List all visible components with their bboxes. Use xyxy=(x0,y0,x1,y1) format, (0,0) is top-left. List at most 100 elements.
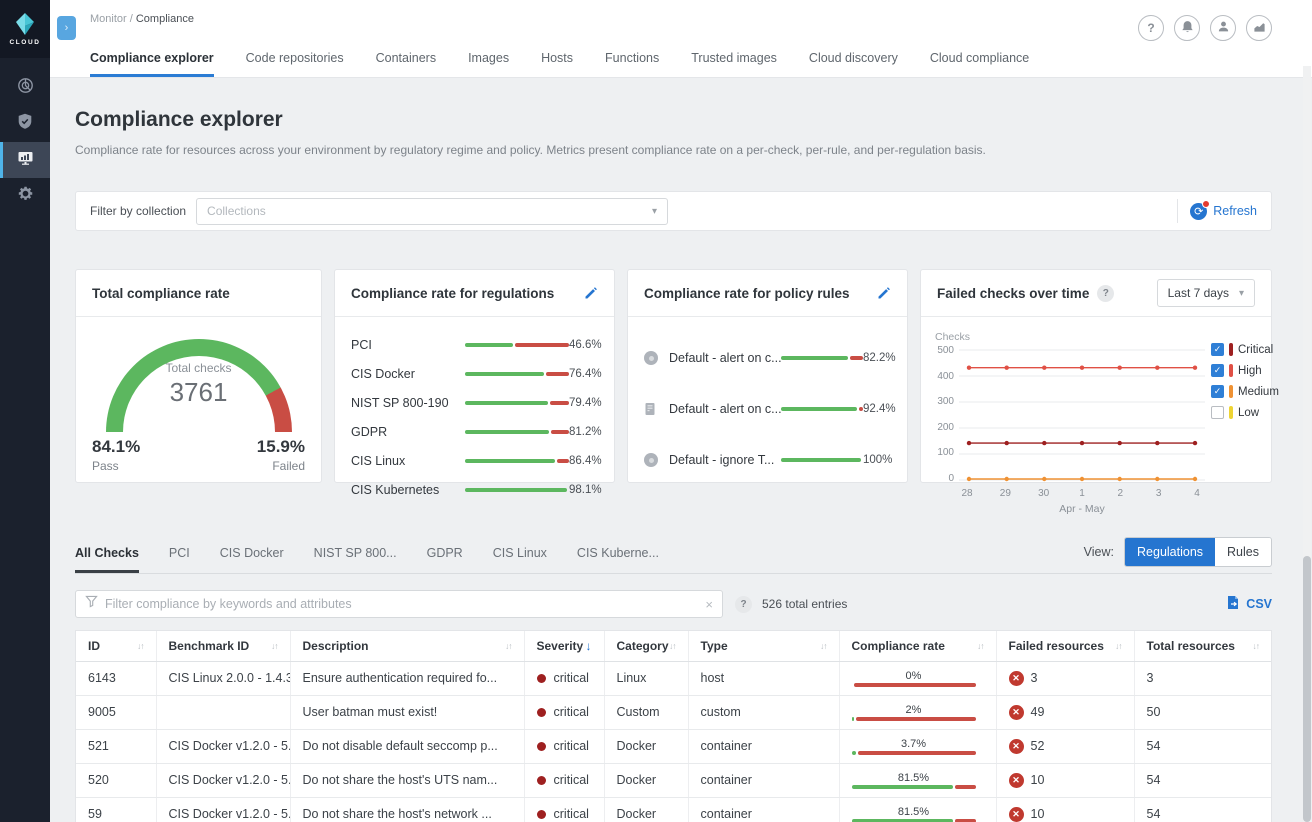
col-total-resources[interactable]: Total resources↓↑ xyxy=(1134,631,1271,661)
page-title: Compliance explorer xyxy=(75,108,1272,132)
regulation-row[interactable]: PCI46.6% xyxy=(351,330,598,359)
legend-medium[interactable]: ✓Medium xyxy=(1211,385,1279,398)
help-button[interactable]: ? xyxy=(1138,15,1164,41)
checkbox-checked-icon: ✓ xyxy=(1211,364,1224,377)
search-help-icon[interactable]: ? xyxy=(735,596,752,613)
scrollbar-thumb[interactable] xyxy=(1303,556,1311,822)
rtab-cis-linux[interactable]: CIS Linux xyxy=(493,546,547,573)
compliance-bar xyxy=(852,717,976,721)
tab-compliance-explorer[interactable]: Compliance explorer xyxy=(90,51,214,77)
tab-cloud-compliance[interactable]: Cloud compliance xyxy=(930,51,1029,77)
collections-placeholder: Collections xyxy=(207,204,266,218)
failed-x-icon: ✕ xyxy=(1009,773,1024,788)
legend-critical[interactable]: ✓Critical xyxy=(1211,343,1279,356)
settings-gear-icon xyxy=(17,185,34,207)
col-description[interactable]: Description↓↑ xyxy=(290,631,524,661)
col-failed-resources[interactable]: Failed resources↓↑ xyxy=(996,631,1134,661)
failed-label: Failed xyxy=(257,459,305,473)
x-axis-label: Apr - May xyxy=(959,503,1205,515)
failed-x-icon: ✕ xyxy=(1009,807,1024,822)
app-logo[interactable]: CLOUD xyxy=(0,0,50,58)
monitor-chart-icon xyxy=(17,150,34,171)
table-row[interactable]: 9005User batman must exist! critical Cus… xyxy=(76,695,1271,729)
policy-rule-row[interactable]: Default - alert on c... 82.2% xyxy=(644,343,891,373)
sort-icon: ↓↑ xyxy=(1253,641,1260,651)
sidebar-item-radar[interactable] xyxy=(0,70,50,106)
compliance-bar xyxy=(781,407,863,411)
help-icon[interactable]: ? xyxy=(1097,285,1114,302)
collections-select[interactable]: Collections ▾ xyxy=(196,198,668,225)
tab-images[interactable]: Images xyxy=(468,51,509,77)
rtab-all-checks[interactable]: All Checks xyxy=(75,546,139,573)
view-regulations-button[interactable]: Regulations xyxy=(1125,538,1215,566)
refresh-button[interactable]: ⟳ Refresh xyxy=(1190,203,1257,220)
content: Compliance explorer Compliance rate for … xyxy=(50,78,1312,822)
range-value: Last 7 days xyxy=(1168,286,1229,300)
checkbox-unchecked-icon xyxy=(1211,406,1224,419)
rtab-cis-kubernetes[interactable]: CIS Kuberne... xyxy=(577,546,659,573)
tab-functions[interactable]: Functions xyxy=(605,51,659,77)
clear-filter-icon[interactable]: × xyxy=(705,597,713,612)
tab-trusted-images[interactable]: Trusted images xyxy=(691,51,777,77)
rtab-cis-docker[interactable]: CIS Docker xyxy=(220,546,284,573)
sidebar-item-settings[interactable] xyxy=(0,178,50,214)
col-severity[interactable]: Severity↓ xyxy=(524,631,604,661)
legend-color-bar xyxy=(1229,343,1233,356)
rtab-nist[interactable]: NIST SP 800... xyxy=(314,546,397,573)
table-row[interactable]: 521CIS Docker v1.2.0 - 5.21Do not disabl… xyxy=(76,729,1271,763)
regulation-row[interactable]: CIS Kubernetes98.1% xyxy=(351,475,598,504)
card-regulations: Compliance rate for regulations PCI46.6%… xyxy=(334,269,615,483)
edit-pencil-icon[interactable] xyxy=(584,286,598,300)
legend-low[interactable]: Low xyxy=(1211,406,1279,419)
regulation-row[interactable]: GDPR81.2% xyxy=(351,417,598,446)
time-range-select[interactable]: Last 7 days ▾ xyxy=(1157,279,1255,307)
table-row[interactable]: 6143CIS Linux 2.0.0 - 1.4.3Ensure authen… xyxy=(76,661,1271,695)
legend-high[interactable]: ✓High xyxy=(1211,364,1279,377)
compliance-bar xyxy=(465,372,569,376)
table-row[interactable]: 520CIS Docker v1.2.0 - 5.20Do not share … xyxy=(76,763,1271,797)
rtab-gdpr[interactable]: GDPR xyxy=(427,546,463,573)
view-label: View: xyxy=(1084,545,1114,559)
refresh-label: Refresh xyxy=(1213,204,1257,218)
sidebar-item-defend[interactable] xyxy=(0,106,50,142)
tab-code-repositories[interactable]: Code repositories xyxy=(246,51,344,77)
csv-export-button[interactable]: CSV xyxy=(1226,595,1272,613)
tab-cloud-discovery[interactable]: Cloud discovery xyxy=(809,51,898,77)
compliance-filter-input[interactable] xyxy=(105,597,698,611)
sidebar-expand-toggle[interactable]: › xyxy=(57,16,76,40)
table-row[interactable]: 59CIS Docker v1.2.0 - 5.9Do not share th… xyxy=(76,797,1271,822)
pass-label: Pass xyxy=(92,459,140,473)
compliance-filter-box[interactable]: × xyxy=(75,590,723,618)
compliance-table: ID↓↑ Benchmark ID↓↑ Description↓↑ Severi… xyxy=(75,630,1272,822)
col-id[interactable]: ID↓↑ xyxy=(76,631,156,661)
compliance-bar xyxy=(852,683,976,687)
tab-containers[interactable]: Containers xyxy=(376,51,436,77)
col-benchmark-id[interactable]: Benchmark ID↓↑ xyxy=(156,631,290,661)
tab-hosts[interactable]: Hosts xyxy=(541,51,573,77)
compliance-bar xyxy=(465,430,569,434)
col-compliance-rate[interactable]: Compliance rate↓↑ xyxy=(839,631,996,661)
col-category[interactable]: Category↓↑ xyxy=(604,631,688,661)
policy-rule-row[interactable]: Default - ignore T... 100% xyxy=(644,445,891,475)
notifications-button[interactable] xyxy=(1174,15,1200,41)
policy-rule-row[interactable]: Default - alert on c... 92.4% xyxy=(644,394,891,424)
regulation-row[interactable]: CIS Docker76.4% xyxy=(351,359,598,388)
stats-button[interactable] xyxy=(1246,15,1272,41)
sort-icon: ↓↑ xyxy=(271,641,278,651)
collection-filter-bar: Filter by collection Collections ▾ ⟳ Ref… xyxy=(75,191,1272,231)
regulation-row[interactable]: NIST SP 800-19079.4% xyxy=(351,388,598,417)
card-policy-rules: Compliance rate for policy rules Default… xyxy=(627,269,908,483)
funnel-icon xyxy=(85,595,98,613)
rtab-pci[interactable]: PCI xyxy=(169,546,190,573)
regulation-row[interactable]: CIS Linux86.4% xyxy=(351,446,598,475)
user-button[interactable] xyxy=(1210,15,1236,41)
breadcrumb-section[interactable]: Monitor xyxy=(90,13,127,25)
col-type[interactable]: Type↓↑ xyxy=(688,631,839,661)
view-rules-button[interactable]: Rules xyxy=(1215,538,1271,566)
sidebar-item-monitor[interactable] xyxy=(0,142,50,178)
shield-check-icon xyxy=(17,113,33,135)
failed-stat: 15.9% Failed xyxy=(257,437,305,473)
edit-pencil-icon[interactable] xyxy=(877,286,891,300)
sort-icon: ↓↑ xyxy=(505,641,512,651)
chevron-down-icon: ▾ xyxy=(1239,288,1244,299)
